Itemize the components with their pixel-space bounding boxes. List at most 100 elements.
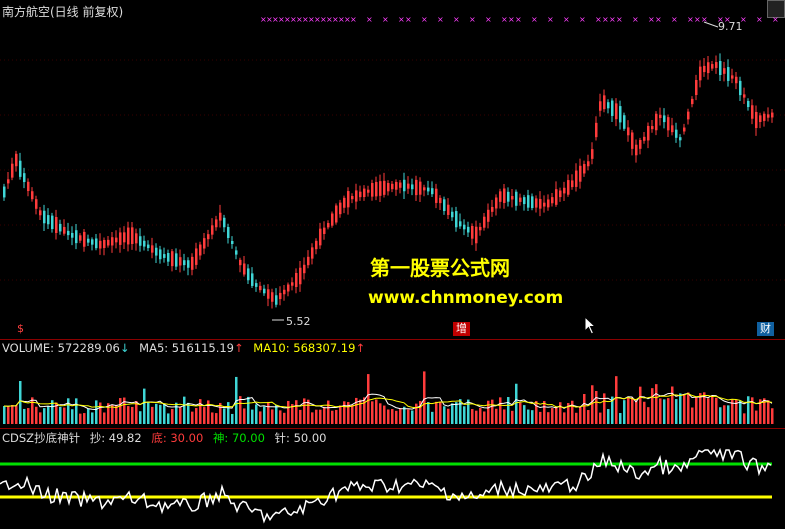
volume-bar: [371, 401, 374, 424]
candle: [27, 181, 30, 192]
candle: [151, 245, 154, 253]
candle: [619, 106, 622, 123]
volume-bar: [231, 413, 234, 424]
arrow-up-icon: ↑: [234, 341, 244, 355]
volume-bar: [755, 410, 758, 424]
candle: [515, 191, 518, 206]
volume-bar: [203, 407, 206, 424]
candle: [399, 182, 402, 188]
volume-bar: [143, 388, 146, 424]
candle: [539, 198, 542, 209]
candle: [327, 223, 330, 228]
candle: [623, 115, 626, 129]
candle: [335, 205, 338, 223]
volume-bar: [743, 413, 746, 424]
svg-text:×: ×: [648, 15, 655, 24]
volume-bar: [771, 408, 774, 424]
volume-pane[interactable]: VOLUME: 572289.06↓ MA5: 516115.19↑ MA10:…: [0, 339, 785, 428]
volume-bar: [287, 400, 290, 424]
candle: [319, 228, 322, 246]
marker-left[interactable]: $: [14, 322, 27, 336]
candle: [523, 197, 526, 205]
volume-bar: [243, 408, 246, 424]
volume-bar: [327, 400, 330, 424]
volume-bar: [579, 407, 582, 424]
candle: [747, 100, 750, 108]
svg-text:×: ×: [485, 15, 492, 24]
volume-bar: [391, 409, 394, 424]
candle: [507, 191, 510, 202]
candle: [159, 249, 162, 260]
candle: [259, 285, 262, 291]
volume-bar: [375, 399, 378, 424]
volume-bar: [495, 408, 498, 424]
volume-bar: [227, 402, 230, 424]
volume-bar: [711, 396, 714, 424]
candle: [503, 188, 506, 204]
candle: [543, 202, 546, 207]
candle: [131, 227, 134, 244]
candle: [571, 180, 574, 188]
candle: [347, 191, 350, 208]
candle: [451, 211, 454, 218]
candle: [363, 188, 366, 198]
volume-bar: [7, 406, 10, 424]
candle: [607, 102, 610, 109]
candle: [103, 239, 106, 249]
candle: [391, 183, 394, 190]
volume-bar: [283, 412, 286, 424]
candle: [567, 180, 570, 195]
svg-text:×: ×: [508, 15, 515, 24]
svg-text:×: ×: [616, 15, 623, 24]
volume-bar: [383, 405, 386, 424]
candle: [351, 195, 354, 200]
candle: [243, 263, 246, 275]
candle: [231, 240, 234, 245]
candle: [679, 137, 682, 141]
volume-bar: [651, 388, 654, 424]
svg-text:×: ×: [437, 15, 444, 24]
chao-line: [0, 447, 772, 524]
candle: [475, 226, 478, 244]
candle: [275, 295, 278, 305]
volume-bar: [223, 408, 226, 424]
volume-bar: [131, 406, 134, 424]
volume-bar: [83, 413, 86, 424]
volume-bar: [11, 405, 14, 424]
arrow-up-icon: ↑: [355, 341, 366, 355]
volume-bar: [675, 399, 678, 424]
volume-bar: [559, 402, 562, 424]
candle: [47, 215, 50, 225]
marker-increase[interactable]: 增: [453, 322, 470, 336]
volume-bar: [183, 396, 186, 424]
volume-bar: [395, 410, 398, 424]
volume-bar: [411, 410, 414, 424]
volume-bar: [163, 404, 166, 424]
volume-bar: [527, 409, 530, 424]
volume-bar: [99, 402, 102, 424]
marker-finance[interactable]: 财: [757, 322, 774, 336]
volume-bar: [407, 409, 410, 424]
candle: [91, 239, 94, 245]
volume-bar: [627, 397, 630, 424]
volume-bar: [339, 405, 342, 424]
volume-bar: [623, 400, 626, 424]
volume-bar: [479, 407, 482, 424]
volume-bar: [79, 413, 82, 424]
candle: [431, 188, 434, 195]
candle: [639, 139, 642, 149]
candle: [331, 213, 334, 226]
volume-bar: [635, 400, 638, 424]
candle: [427, 187, 430, 192]
candle: [487, 209, 490, 222]
indicator-pane[interactable]: CDSZ抄底神针 抄: 49.82 底: 30.00 神: 70.00 针: 5…: [0, 428, 785, 529]
volume-bar: [311, 412, 314, 424]
svg-text:×: ×: [671, 15, 678, 24]
candle: [23, 173, 26, 183]
candle: [535, 198, 538, 208]
candle: [603, 95, 606, 110]
volume-bar: [19, 381, 22, 424]
indicator-zhen: 针: 50.00: [274, 431, 327, 445]
price-chart-pane[interactable]: × × × × × × × × × × × × × × × × × × × × × × × × × × × × × × × × × × × × × × × ×…: [0, 0, 785, 339]
candle: [719, 60, 722, 76]
